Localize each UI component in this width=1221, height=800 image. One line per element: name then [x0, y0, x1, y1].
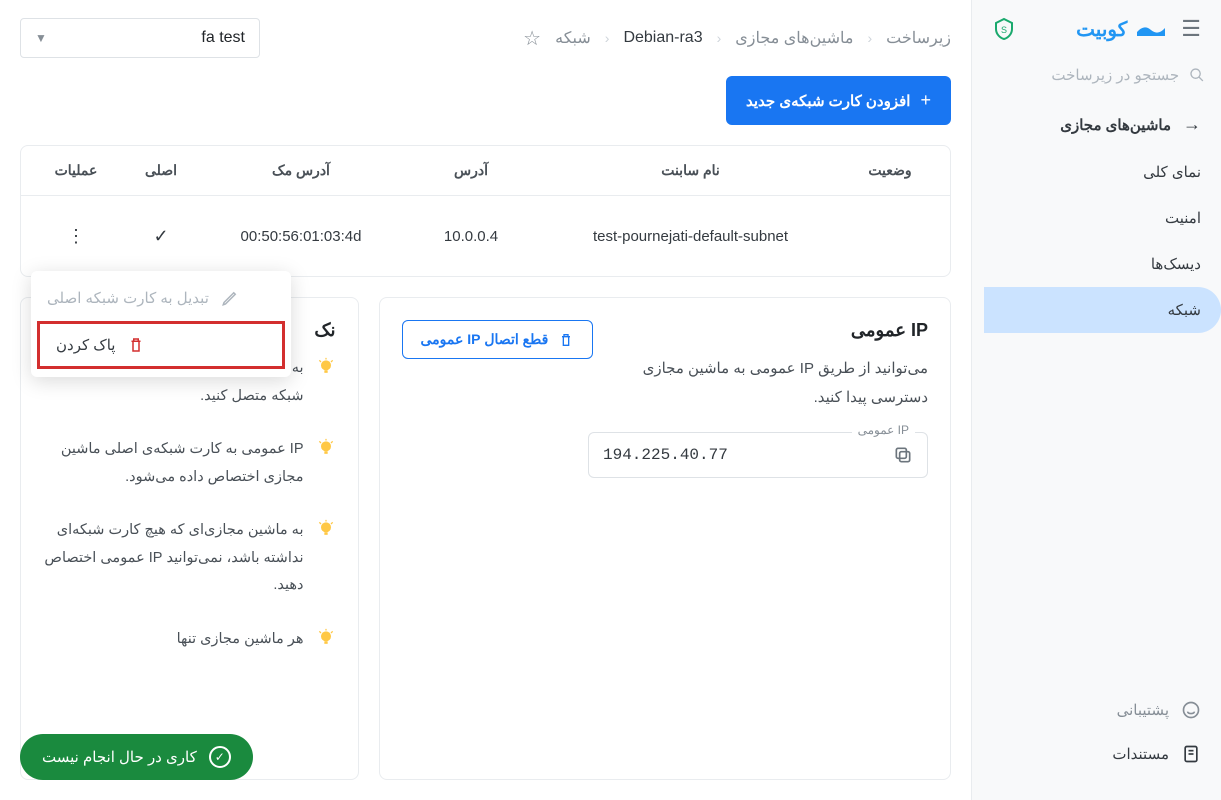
main-content: زیرساخت ‹ ماشین‌های مجازی ‹ Debian-ra3 ‹… — [0, 0, 971, 800]
breadcrumb: زیرساخت ‹ ماشین‌های مجازی ‹ Debian-ra3 ‹… — [523, 26, 951, 51]
lightbulb-icon — [316, 628, 336, 648]
menu-make-primary: تبدیل به کارت شبکه اصلی — [31, 277, 291, 319]
row-actions-button[interactable]: ⋮ — [31, 226, 121, 247]
chevron-left-icon: ‹ — [867, 30, 872, 46]
add-network-card-button[interactable]: + افزودن کارت شبکه‌ی جدید — [726, 76, 951, 125]
nav-group-header[interactable]: → ماشین‌های مجازی — [972, 100, 1221, 149]
svg-text:S: S — [1001, 25, 1007, 35]
bc-root[interactable]: زیرساخت — [886, 28, 951, 48]
sidebar-item-disks[interactable]: دیسک‌ها — [972, 241, 1221, 287]
lightbulb-icon — [316, 519, 336, 539]
sidebar-item-security[interactable]: امنیت — [972, 195, 1221, 241]
cell-mac: 00:50:56:01:03:4d — [201, 228, 401, 245]
status-pill[interactable]: ✓ کاری در حال انجام نیست — [20, 734, 253, 780]
cell-subnet: test-pournejati-default-subnet — [541, 228, 840, 245]
tip-text: IP عمومی به کارت شبکه‌ی اصلی ماشین مجازی… — [43, 436, 304, 491]
chevron-left-icon: ‹ — [717, 30, 722, 46]
copy-icon[interactable] — [893, 445, 913, 465]
support-icon — [1181, 700, 1201, 720]
network-cards-table: وضعیت نام سابنت آدرس آدرس مک اصلی عملیات… — [20, 145, 951, 277]
tip-item: IP عمومی به کارت شبکه‌ی اصلی ماشین مجازی… — [43, 436, 336, 491]
plus-icon: + — [920, 90, 931, 111]
cell-address: 10.0.0.4 — [401, 228, 541, 245]
check-circle-icon: ✓ — [209, 746, 231, 768]
chevron-left-icon: ‹ — [605, 30, 610, 46]
trash-icon — [558, 332, 574, 348]
hamburger-menu-icon[interactable]: ☰ — [1181, 16, 1201, 42]
nav-group-title: ماشین‌های مجازی — [1060, 116, 1171, 134]
docs-icon — [1181, 744, 1201, 764]
footer-support[interactable]: پشتیبانی — [992, 688, 1201, 732]
arrow-back-icon: → — [1183, 114, 1201, 135]
status-pill-text: کاری در حال انجام نیست — [42, 748, 197, 766]
tip-text: به ماشین مجازی‌ای که هیچ کارت شبکه‌ای ند… — [43, 517, 304, 600]
ip-field-label: IP عمومی — [852, 423, 915, 437]
sidebar-header: ☰ کوبیت S — [972, 0, 1221, 58]
sidebar-item-network[interactable]: شبکه — [984, 287, 1221, 333]
lightbulb-icon — [316, 357, 336, 377]
disconnect-ip-button[interactable]: قطع اتصال IP عمومی — [402, 320, 594, 359]
pencil-icon — [221, 289, 239, 307]
bc-item[interactable]: Debian-ra3 — [623, 29, 702, 47]
menu-delete-label: پاک کردن — [56, 336, 115, 354]
sidebar: ☰ کوبیت S → ماشین‌های مجازی نمای کلی امن… — [971, 0, 1221, 800]
tip-item: هر ماشین مجازی تنها — [43, 626, 336, 654]
search-icon — [1189, 66, 1205, 84]
th-address: آدرس — [401, 162, 541, 179]
project-selector[interactable]: ▼ fa test — [20, 18, 260, 58]
star-icon[interactable]: ☆ — [523, 26, 541, 51]
ip-field: IP عمومی 194.225.40.77 — [588, 432, 928, 478]
add-btn-label: افزودن کارت شبکه‌ی جدید — [746, 92, 911, 110]
th-primary: اصلی — [121, 162, 201, 179]
th-ops: عملیات — [31, 162, 121, 179]
th-subnet: نام سابنت — [541, 162, 840, 179]
topbar: زیرساخت ‹ ماشین‌های مجازی ‹ Debian-ra3 ‹… — [0, 0, 971, 76]
table-header-row: وضعیت نام سابنت آدرس آدرس مک اصلی عملیات — [21, 146, 950, 196]
search-input[interactable] — [988, 67, 1179, 84]
footer-docs-label: مستندات — [1112, 745, 1169, 763]
ip-card-desc: می‌توانید از طریق IP عمومی به ماشین مجاز… — [402, 355, 929, 412]
th-status: وضعیت — [840, 162, 940, 179]
table-row: test-pournejati-default-subnet 10.0.0.4 … — [21, 196, 950, 276]
sidebar-footer: پشتیبانی مستندات — [972, 676, 1221, 800]
disconnect-label: قطع اتصال IP عمومی — [421, 331, 549, 348]
tip-item: به ماشین مجازی‌ای که هیچ کارت شبکه‌ای ند… — [43, 517, 336, 600]
caret-down-icon: ▼ — [35, 31, 47, 45]
th-mac: آدرس مک — [201, 162, 401, 179]
brand-name: کوبیت — [1076, 17, 1127, 42]
project-value: fa test — [201, 29, 245, 47]
trash-icon — [127, 336, 145, 354]
footer-docs[interactable]: مستندات — [992, 732, 1201, 776]
wave-icon — [1137, 22, 1165, 36]
row-action-menu: تبدیل به کارت شبکه اصلی پاک کردن — [31, 271, 291, 377]
logo-area[interactable]: کوبیت — [1032, 17, 1165, 42]
lightbulb-icon — [316, 438, 336, 458]
ip-value: 194.225.40.77 — [603, 446, 881, 464]
menu-delete[interactable]: پاک کردن — [37, 321, 285, 369]
bc-group[interactable]: ماشین‌های مجازی — [735, 28, 853, 48]
action-row: + افزودن کارت شبکه‌ی جدید — [0, 76, 971, 145]
sidebar-search — [972, 58, 1221, 100]
menu-make-primary-label: تبدیل به کارت شبکه اصلی — [47, 289, 209, 307]
bc-page: شبکه — [555, 28, 591, 48]
partner-logo-icon: S — [992, 17, 1016, 41]
cell-primary: ✓ — [121, 226, 201, 247]
tip-text: هر ماشین مجازی تنها — [177, 626, 304, 654]
footer-support-label: پشتیبانی — [1117, 701, 1169, 719]
public-ip-card: قطع اتصال IP عمومی IP عمومی می‌توانید از… — [379, 297, 952, 780]
sidebar-item-overview[interactable]: نمای کلی — [972, 149, 1221, 195]
